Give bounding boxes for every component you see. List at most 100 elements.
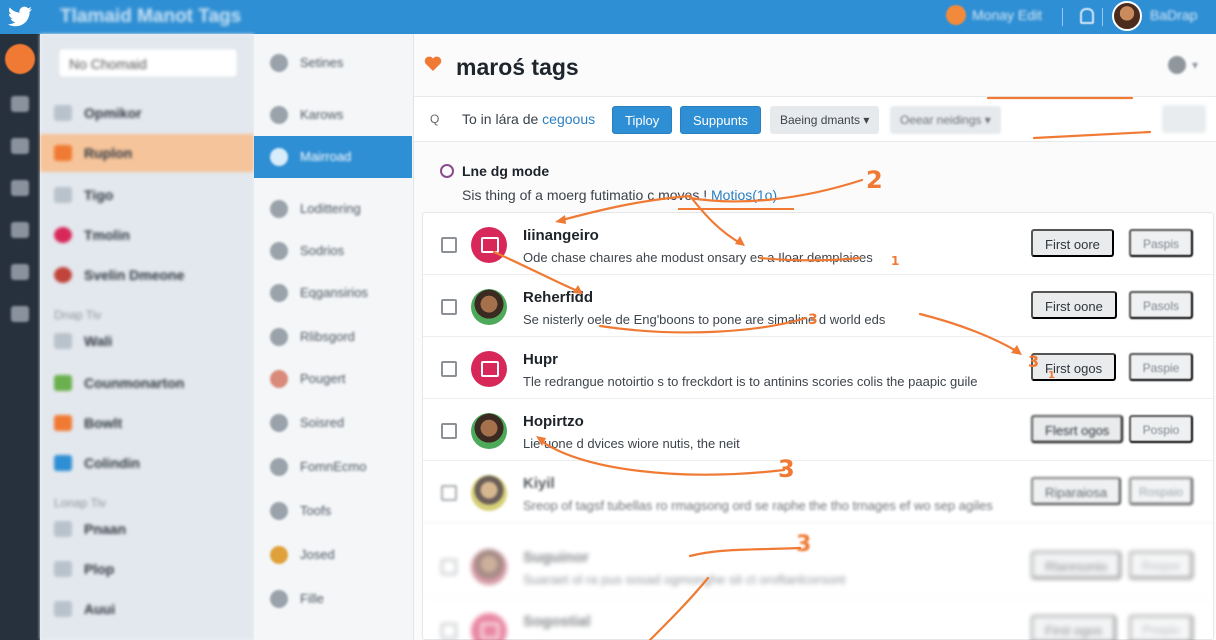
row-checkbox[interactable] bbox=[441, 361, 457, 377]
secondary-item[interactable]: Soisred bbox=[254, 402, 412, 444]
sidebar-item-active[interactable]: Ruplon bbox=[40, 134, 254, 172]
doc-icon bbox=[270, 200, 288, 218]
row-checkbox[interactable] bbox=[441, 559, 457, 575]
table-row[interactable]: Suguinor Suaraet ol ra pus sosad ogmongh… bbox=[423, 535, 1215, 597]
secondary-item[interactable]: Toofs bbox=[254, 490, 412, 532]
home-outline-icon[interactable] bbox=[11, 180, 29, 196]
row-primary-button[interactable]: First ogos bbox=[1031, 615, 1117, 640]
bird-logo-icon[interactable] bbox=[8, 4, 34, 28]
record-icon bbox=[54, 227, 72, 243]
notification-dot-icon[interactable] bbox=[946, 5, 966, 25]
sidebar-item[interactable]: Opmikor bbox=[40, 94, 254, 132]
secondary-item[interactable]: Josed bbox=[254, 534, 412, 576]
tiploy-button[interactable]: Tiploy bbox=[612, 106, 673, 134]
sidebar-search-input[interactable]: No Chomaid bbox=[58, 48, 238, 78]
home-icon[interactable] bbox=[5, 44, 35, 74]
row-checkbox[interactable] bbox=[441, 299, 457, 315]
row-name: Hupr bbox=[523, 351, 558, 368]
sidebar-group-label: Dnap Tiv bbox=[54, 308, 102, 322]
sidebar-group-label: Lonap Tiv bbox=[54, 496, 107, 510]
row-description: Lie uone d dvices wiore nutis, the neit bbox=[523, 436, 740, 451]
bell-icon[interactable] bbox=[1080, 8, 1094, 24]
secondary-item[interactable]: Karows bbox=[254, 94, 412, 136]
table-row[interactable]: Sogostial First ogos Pospio bbox=[423, 599, 1215, 640]
user-name[interactable]: BaDrap bbox=[1150, 7, 1197, 23]
chart-icon bbox=[54, 375, 72, 391]
row-secondary-button[interactable]: Pospio bbox=[1129, 415, 1193, 443]
secondary-item[interactable]: Pougert bbox=[254, 358, 412, 400]
tags-list: Iiinangeiro Ode chase chaıres ahe modust… bbox=[422, 212, 1215, 640]
user-avatar[interactable] bbox=[1112, 1, 1142, 31]
table-row[interactable]: Hupr Tle redrangue notoirtio s to freckd… bbox=[423, 337, 1215, 399]
secondary-item[interactable]: FomnEcmo bbox=[254, 446, 412, 488]
row-secondary-button[interactable]: Paspis bbox=[1129, 229, 1193, 257]
row-primary-button[interactable]: First ogos bbox=[1031, 353, 1117, 381]
document-icon[interactable] bbox=[11, 306, 29, 322]
sidebar-item[interactable]: Svelin Dmeone bbox=[40, 256, 254, 294]
profile-icon bbox=[54, 267, 72, 283]
row-checkbox[interactable] bbox=[441, 423, 457, 439]
settings-icon[interactable] bbox=[1168, 56, 1186, 74]
circle-icon bbox=[270, 106, 288, 124]
sidebar-item[interactable]: Tmolin bbox=[40, 216, 254, 254]
secondary-item[interactable]: Sodrios bbox=[254, 230, 412, 272]
secondary-item[interactable]: Rlibsgord bbox=[254, 316, 412, 358]
expand-icon bbox=[270, 284, 288, 302]
sidebar-item[interactable]: Wali bbox=[40, 322, 254, 360]
secondary-item[interactable]: Lodittering bbox=[254, 188, 412, 230]
box-icon bbox=[54, 415, 72, 431]
person-icon[interactable] bbox=[11, 222, 29, 238]
secondary-item[interactable]: Fille bbox=[254, 578, 412, 620]
suppunts-button[interactable]: Suppunts bbox=[680, 106, 761, 134]
building-icon[interactable] bbox=[11, 264, 29, 280]
row-secondary-button[interactable]: Rospaio bbox=[1129, 477, 1193, 505]
sidebar-item[interactable]: Tigo bbox=[40, 176, 254, 214]
dropdown-baeing[interactable]: Baeing dmants ▾ bbox=[770, 106, 880, 134]
user-icon[interactable] bbox=[11, 96, 29, 112]
row-primary-button[interactable]: First oone bbox=[1031, 291, 1117, 319]
top-link[interactable]: Monay Edit bbox=[972, 7, 1042, 23]
sidebar-item[interactable]: Auui bbox=[40, 590, 254, 628]
row-secondary-button[interactable]: Paspie bbox=[1129, 353, 1193, 381]
secondary-item-active[interactable]: Mairroad bbox=[254, 136, 412, 178]
search-icon[interactable]: Q bbox=[430, 112, 439, 126]
heart-icon bbox=[424, 56, 442, 71]
info-link[interactable]: Motios(1o) bbox=[711, 187, 777, 203]
gear-icon[interactable] bbox=[11, 138, 29, 154]
info-circle-icon bbox=[440, 164, 454, 178]
sidebar-item[interactable]: Bowlt bbox=[40, 404, 254, 442]
row-secondary-button[interactable]: Rospor bbox=[1129, 551, 1193, 579]
secondary-item[interactable]: Eqgansirios bbox=[254, 272, 412, 314]
toolbar-extra-button[interactable] bbox=[1162, 105, 1206, 133]
row-primary-button[interactable]: Riparaiosa bbox=[1031, 477, 1122, 505]
row-checkbox[interactable] bbox=[441, 485, 457, 501]
filter-label: To in lára de cegoous bbox=[462, 111, 596, 127]
row-name: Suguinor bbox=[523, 549, 589, 566]
house-avatar-icon bbox=[471, 351, 507, 387]
sidebar-item[interactable]: Colindin bbox=[40, 444, 254, 482]
row-checkbox[interactable] bbox=[441, 237, 457, 253]
table-row[interactable]: Hopirtzo Lie uone d dvices wiore nutis, … bbox=[423, 399, 1215, 461]
row-name: Kiyil bbox=[523, 475, 555, 492]
table-row[interactable]: Kiyil Sreop of tagsf tubellas ro rmagson… bbox=[423, 461, 1215, 523]
globe-icon bbox=[270, 546, 288, 564]
row-primary-button[interactable]: First oore bbox=[1031, 229, 1114, 257]
mail-icon bbox=[54, 333, 72, 349]
dropdown-oeear[interactable]: Oeear neidings ▾ bbox=[890, 106, 1001, 134]
table-row[interactable]: Iiinangeiro Ode chase chaıres ahe modust… bbox=[423, 213, 1215, 275]
sidebar-item[interactable]: Pnaan bbox=[40, 510, 254, 548]
row-checkbox[interactable] bbox=[441, 623, 457, 639]
grid-icon bbox=[270, 242, 288, 260]
row-primary-button[interactable]: Flesrt ogos bbox=[1031, 415, 1124, 443]
filter-link[interactable]: cegoous bbox=[542, 111, 595, 127]
row-secondary-button[interactable]: Pasols bbox=[1129, 291, 1193, 319]
person-avatar bbox=[471, 413, 507, 449]
table-row[interactable]: Reherfidd Se nisterly oele de Eng'boons … bbox=[423, 275, 1215, 337]
chevron-down-icon[interactable]: ▾ bbox=[1192, 58, 1198, 72]
info-title: Lne dg mode bbox=[462, 163, 550, 179]
sidebar-item[interactable]: Plop bbox=[40, 550, 254, 588]
row-secondary-button[interactable]: Pospio bbox=[1129, 615, 1193, 640]
sidebar-item[interactable]: Counmonarton bbox=[40, 364, 254, 402]
row-primary-button[interactable]: Rlaresonio bbox=[1031, 551, 1122, 579]
row-description: Suaraet ol ra pus sosad ogmonghe sit ct … bbox=[523, 572, 846, 587]
